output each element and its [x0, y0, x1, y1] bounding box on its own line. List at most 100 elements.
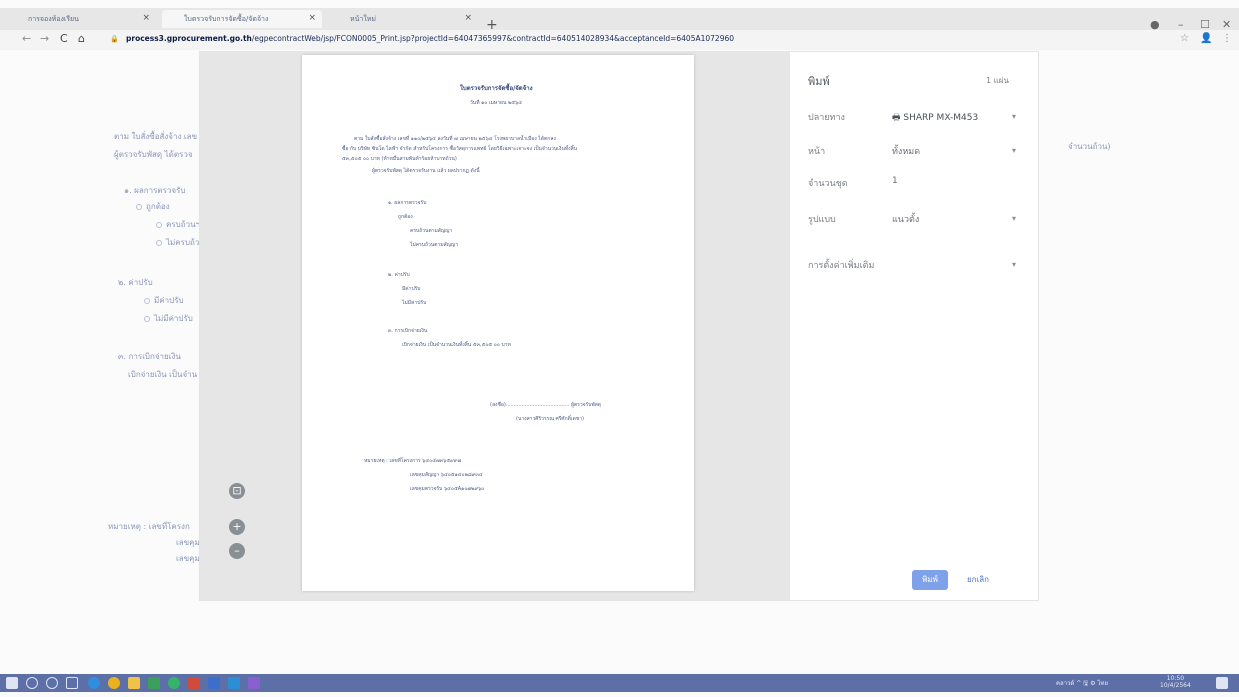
preview-page: ใบตรวจรับการจัดซื้อ/จัดจ้าง วันที่ ๑๐ เม…	[302, 55, 694, 591]
print-dialog: ใบตรวจรับการจัดซื้อ/จัดจ้าง วันที่ ๑๐ เม…	[200, 52, 1038, 600]
chevron-down-icon[interactable]: ▾	[1012, 214, 1016, 223]
zoom-out-button[interactable]: –	[229, 543, 245, 559]
menu-icon[interactable]: ⋮	[1222, 33, 1232, 44]
bg-line-right: จำนวนถ้วน)	[1068, 142, 1111, 151]
print-settings-title: พิมพ์	[808, 75, 830, 88]
preview-paragraph-2: ซื้อ กับ บริษัท ซินโด ไลฟ์ฯ จำกัด สำหรับ…	[342, 146, 578, 152]
address-bar: ← → C ⌂ 🔒 process3.gprocurement.go.th/eg…	[0, 30, 1239, 50]
bg-option-fine: มีค่าปรับ	[144, 294, 184, 307]
star-icon[interactable]: ☆	[1180, 33, 1189, 44]
home-button[interactable]: ⌂	[78, 32, 85, 45]
chevron-down-icon[interactable]: ▾	[1012, 260, 1016, 269]
forward-button[interactable]: →	[40, 32, 49, 45]
bg-line-1: ตาม ใบสั่งซื้อสั่งจ้าง เลข	[114, 132, 198, 141]
destination-select[interactable]: 🖶 SHARP MX-M453	[892, 110, 978, 126]
preview-option-incomplete: ไม่ครบถ้วนตามสัญญา	[410, 242, 458, 248]
search-icon[interactable]	[26, 677, 38, 689]
clock[interactable]: 10:50 10/4/2564	[1160, 675, 1191, 689]
fit-to-page-button[interactable]: ⊡	[229, 483, 245, 499]
tab-title: ใบตรวจรับการจัดซื้อ/จัดจ้าง	[184, 14, 269, 23]
start-icon[interactable]	[6, 677, 18, 689]
excel-icon[interactable]	[148, 677, 160, 689]
more-settings-toggle[interactable]: การตั้งค่าเพิ่มเติม	[808, 258, 874, 272]
destination-value: SHARP MX-M453	[903, 113, 979, 123]
close-icon[interactable]: ×	[308, 13, 316, 23]
profile-icon[interactable]: 👤	[1200, 33, 1212, 44]
tab-title: การจองห้องเรียน	[28, 14, 79, 23]
preview-signature-line: (ลงชื่อ)................................…	[490, 402, 602, 408]
cortana-icon[interactable]	[46, 677, 58, 689]
url-host: process3.gprocurement.go.th	[126, 34, 252, 43]
preview-title: ใบตรวจรับการจัดซื้อ/จัดจ้าง	[460, 85, 533, 92]
bg-section-3: ๓. การเบิกจ่ายเงิน	[118, 352, 181, 361]
back-button[interactable]: ←	[22, 32, 31, 45]
bg-line-2: ผู้ตรวจรับพัสดุ ได้ตรวจ	[114, 150, 193, 159]
clock-time: 10:50	[1166, 675, 1185, 682]
preview-option-no-fine: ไม่มีค่าปรับ	[402, 300, 427, 306]
preview-option-complete: ครบถ้วนตามสัญญา	[410, 228, 453, 234]
bg-note: หมายเหตุ : เลขที่โครงก	[108, 522, 190, 531]
layout-label: รูปแบบ	[808, 215, 836, 225]
tab-inspection[interactable]: ใบตรวจรับการจัดซื้อ/จัดจ้าง ×	[162, 10, 322, 28]
chevron-down-icon[interactable]: ▾	[1012, 146, 1016, 155]
print-button[interactable]: พิมพ์	[912, 570, 948, 590]
lock-icon: 🔒	[110, 35, 119, 43]
chrome-icon[interactable]	[108, 677, 120, 689]
url-path: /egpecontractWeb/jsp/FCON0005_Print.jsp?…	[251, 34, 735, 43]
preview-note-1: หมายเหตุ : เลขที่โครงการ ๖๔๐๔๗๓๖๕๙๙๗	[364, 458, 462, 464]
bg-section-1: ๑. ผลการตรวจรับ	[124, 186, 186, 195]
close-icon[interactable]: ×	[464, 13, 472, 23]
system-tray[interactable]: คลาวด์ ^ 🖫 ⚙ ไทย	[1056, 678, 1108, 689]
tab-new-page[interactable]: หน้าใหม่ ×	[328, 10, 478, 28]
screen: การจองห้องเรียน × ใบตรวจรับการจัดซื้อ/จั…	[0, 0, 1239, 697]
preview-paragraph-1: ตาม ใบสั่งซื้อสั่งจ้าง เลขที่ ๑๑๐/๒๕๖๔ ล…	[354, 136, 556, 142]
bg-option-complete: ครบถ้วนฯ	[156, 218, 200, 231]
preview-option-fine: มีค่าปรับ	[402, 286, 421, 292]
bg-option-no-fine: ไม่มีค่าปรับ	[144, 312, 193, 325]
preview-section-2: ๒. ค่าปรับ	[388, 272, 410, 278]
preview-paragraph-4: ผู้ตรวจรับพัสดุ ได้ตรวจรับงาน แล้ว ผลปรา…	[372, 168, 480, 174]
chevron-down-icon[interactable]: ▾	[1012, 112, 1016, 121]
copies-label: จำนวนชุด	[808, 179, 848, 189]
preview-signature-name: (นางสาวศิริวรรณ ศรีศักดิ์เดชา)	[516, 416, 584, 422]
sheet-count: 1 แผ่น	[986, 76, 1009, 85]
preview-disbursement: เบิกจ่ายเงิน เป็นจำนวนเงินทั้งสิ้น ๕๓,๕๐…	[402, 342, 511, 348]
preview-section-3: ๓. การเบิกจ่ายเงิน	[388, 328, 428, 334]
preview-paragraph-3: ๕๓,๕๐๕ ๐๐ บาท (ห้าหมื่นสามพันห้าร้อยห้าบ…	[342, 156, 457, 162]
bg-option-correct: ถูกต้อง	[136, 200, 170, 213]
cancel-button[interactable]: ยกเลิก	[960, 570, 996, 590]
zoom-in-button[interactable]: +	[229, 519, 245, 535]
close-icon[interactable]: ×	[142, 13, 150, 23]
calculator-icon[interactable]	[228, 677, 240, 689]
print-preview-area: ใบตรวจรับการจัดซื้อ/จัดจ้าง วันที่ ๑๐ เม…	[200, 52, 790, 600]
tab-strip: การจองห้องเรียน × ใบตรวจรับการจัดซื้อ/จั…	[0, 8, 1239, 33]
word-icon[interactable]	[208, 677, 220, 689]
paint-icon[interactable]	[248, 677, 260, 689]
clock-date: 10/4/2564	[1160, 682, 1191, 689]
task-view-icon[interactable]	[66, 677, 78, 689]
preview-date: วันที่ ๑๐ เมษายน ๒๕๖๔	[470, 100, 523, 106]
layout-select[interactable]: แนวตั้ง	[892, 212, 919, 226]
notification-icon[interactable]	[1216, 677, 1228, 689]
tab-booking[interactable]: การจองห้องเรียน ×	[6, 10, 156, 28]
copies-input[interactable]: 1	[892, 176, 898, 186]
bg-section-2: ๒. ค่าปรับ	[118, 278, 153, 287]
line-icon[interactable]	[168, 677, 180, 689]
tab-title: หน้าใหม่	[350, 14, 376, 23]
preview-note-2: เลขคุมสัญญา ๖๔๐๕๑๔๐๒๘๙๓๔	[410, 472, 483, 478]
file-explorer-icon[interactable]	[128, 677, 140, 689]
reload-button[interactable]: C	[60, 32, 68, 45]
preview-note-3: เลขคุมตรวจรับ ๖๔๐๕A๑๐๗๒๙๖๐	[410, 486, 485, 492]
url-field[interactable]: process3.gprocurement.go.th/egpecontract…	[126, 34, 734, 43]
bg-disbursement: เบิกจ่ายเงิน เป็นจำน	[128, 370, 198, 379]
taskbar: คลาวด์ ^ 🖫 ⚙ ไทย 10:50 10/4/2564	[0, 674, 1239, 692]
destination-label: ปลายทาง	[808, 113, 845, 123]
preview-section-1: ๑. ผลการตรวจรับ	[388, 200, 427, 206]
pages-select[interactable]: ทั้งหมด	[892, 144, 920, 158]
pdf-icon[interactable]	[188, 677, 200, 689]
edge-icon[interactable]	[88, 677, 100, 689]
printer-icon: 🖶	[892, 113, 901, 123]
preview-option-correct: ถูกต้อง	[398, 214, 413, 220]
pages-label: หน้า	[808, 147, 826, 157]
print-settings-panel: พิมพ์ 1 แผ่น ปลายทาง 🖶 SHARP MX-M453 ▾ ห…	[790, 52, 1038, 600]
